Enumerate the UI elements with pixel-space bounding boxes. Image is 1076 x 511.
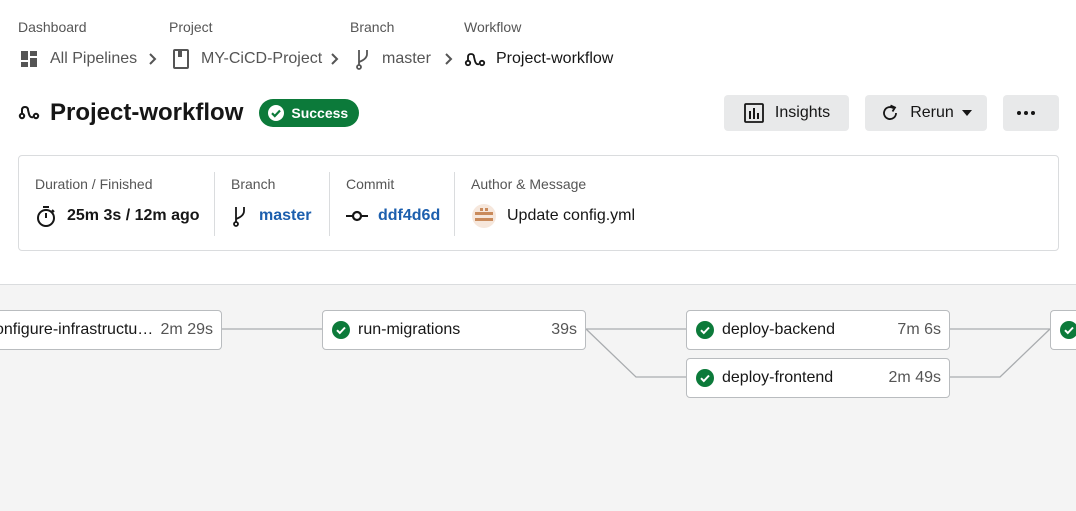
rerun-button-label: Rerun [910, 104, 954, 121]
status-badge-label: Success [291, 105, 349, 121]
breadcrumb-item-branch-label: master [382, 50, 431, 67]
insights-button-label: Insights [774, 104, 831, 121]
info-duration: Duration / Finished 25m 3s / 12m ago [19, 156, 214, 250]
job-duration: 39s [551, 321, 577, 338]
workflow-graph: configure-infrastructu… 2m 29s run-migra… [0, 284, 1076, 511]
edge [950, 328, 1051, 378]
job-node-deploy-frontend[interactable]: deploy-frontend 2m 49s [686, 358, 950, 398]
check-circle-icon [332, 321, 350, 339]
breadcrumb-label-dashboard: Dashboard [18, 19, 87, 35]
chevron-right-icon [445, 53, 453, 65]
more-actions-button[interactable] [1003, 95, 1059, 131]
info-branch: Branch master [215, 156, 329, 250]
stopwatch-icon [37, 206, 55, 227]
chevron-right-icon [149, 53, 157, 65]
info-commit: Commit ddf4d6d [330, 156, 454, 250]
info-author-value: Update config.yml [471, 204, 635, 228]
duration-text: 25m 3s / 12m ago [67, 207, 200, 224]
info-commit-label: Commit [346, 176, 395, 192]
avatar[interactable] [471, 203, 497, 229]
chevron-right-icon [331, 53, 339, 65]
breadcrumb-item-branch[interactable]: master [354, 46, 431, 72]
breadcrumb-label-workflow: Workflow [464, 19, 522, 35]
book-icon [173, 49, 189, 69]
git-branch-icon [356, 50, 368, 70]
check-circle-icon [1060, 321, 1076, 339]
info-duration-label: Duration / Finished [35, 176, 153, 192]
page-title: Project-workflow [50, 99, 244, 126]
job-node-next[interactable] [1050, 310, 1076, 350]
git-commit-icon [346, 210, 368, 222]
breadcrumb-label-branch: Branch [350, 19, 395, 35]
breadcrumb-item-dashboard[interactable]: All Pipelines [18, 46, 137, 72]
workflow-icon [464, 53, 486, 67]
breadcrumb-item-workflow[interactable]: Project-workflow [464, 46, 613, 72]
ellipsis-icon [1017, 111, 1035, 115]
job-name: deploy-frontend [722, 369, 834, 386]
check-circle-icon [268, 105, 285, 121]
commit-hash: ddf4d6d [378, 207, 441, 224]
job-name: deploy-backend [722, 321, 835, 338]
info-commit-link[interactable]: ddf4d6d [346, 204, 440, 228]
workflow-icon [18, 105, 40, 120]
breadcrumb-item-project[interactable]: MY-CiCD-Project [171, 46, 322, 72]
page-header: Project-workflow Success [18, 96, 360, 130]
job-name: configure-infrastructu… [0, 321, 154, 338]
job-node-deploy-backend[interactable]: deploy-backend 7m 6s [686, 310, 950, 350]
bar-chart-icon [744, 103, 764, 123]
dashboard-grid-icon [21, 51, 37, 67]
edge [585, 328, 686, 378]
breadcrumb: All Pipelines MY-CiCD-Project master Pro… [18, 46, 658, 72]
refresh-icon [883, 104, 898, 120]
job-duration: 2m 29s [160, 321, 213, 338]
info-branch-label: Branch [231, 176, 276, 192]
insights-button[interactable]: Insights [724, 95, 849, 131]
check-circle-icon [696, 321, 714, 339]
breadcrumb-item-workflow-label: Project-workflow [496, 50, 614, 67]
job-duration: 2m 49s [888, 369, 941, 386]
status-badge: Success [259, 99, 360, 127]
breadcrumb-label-project: Project [169, 19, 213, 35]
job-duration: 7m 6s [897, 321, 941, 338]
job-node-configure-infrastructure[interactable]: configure-infrastructu… 2m 29s [0, 310, 222, 350]
breadcrumb-labels: Dashboard Project Branch Workflow [18, 19, 618, 35]
info-duration-value: 25m 3s / 12m ago [35, 204, 200, 228]
breadcrumb-item-dashboard-label: All Pipelines [50, 50, 138, 67]
branch-name: master [259, 207, 312, 224]
info-author: Author & Message Update config.yml [455, 156, 855, 250]
breadcrumb-item-project-label: MY-CiCD-Project [201, 50, 323, 67]
caret-down-icon [961, 110, 972, 116]
pipeline-info-card: Duration / Finished 25m 3s / 12m ago Bra… [18, 155, 1059, 251]
info-branch-link[interactable]: master [231, 204, 311, 228]
commit-message: Update config.yml [507, 207, 636, 224]
info-author-label: Author & Message [471, 176, 587, 192]
git-branch-icon [233, 207, 245, 227]
job-name: run-migrations [358, 321, 461, 338]
job-node-run-migrations[interactable]: run-migrations 39s [322, 310, 586, 350]
check-circle-icon [696, 369, 714, 387]
rerun-button[interactable]: Rerun [865, 95, 987, 131]
